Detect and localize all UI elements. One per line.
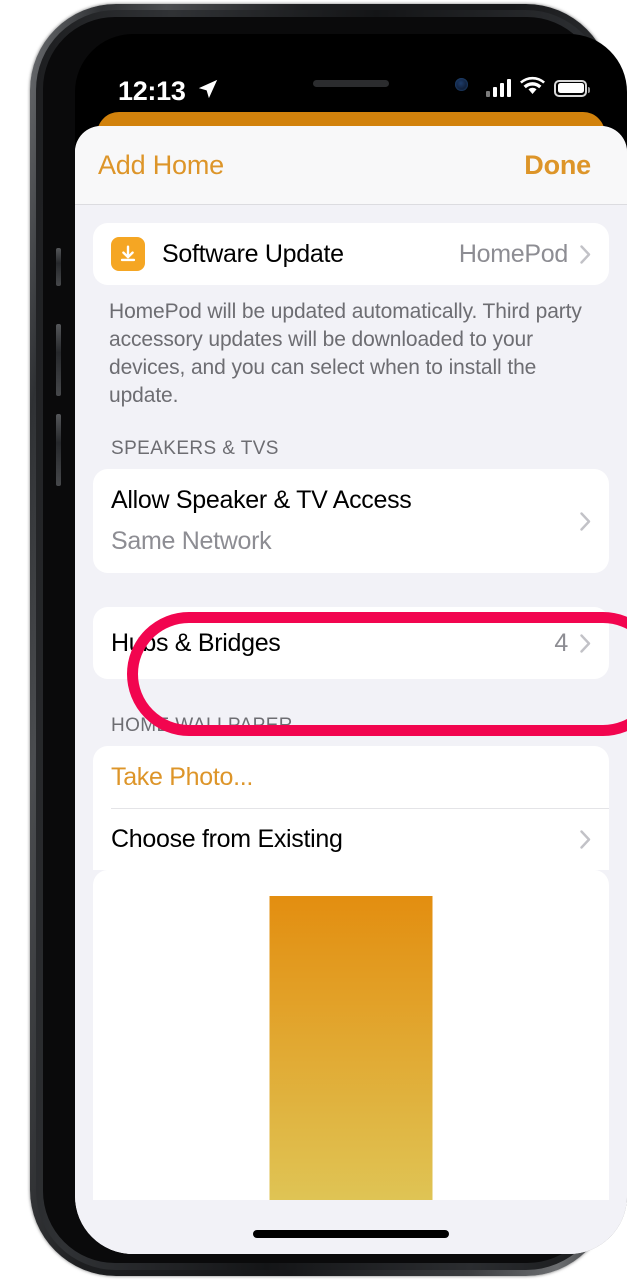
chevron-right-icon	[580, 244, 591, 264]
cellular-signal-icon	[485, 79, 511, 97]
page-title[interactable]: Add Home	[98, 150, 224, 181]
row-label-software-update: Software Update	[162, 239, 344, 268]
settings-scroll-content[interactable]: Software Update HomePod HomePod will be …	[75, 205, 627, 1254]
software-update-card: Software Update HomePod	[93, 223, 609, 285]
row-software-update[interactable]: Software Update HomePod	[93, 223, 609, 285]
section-header-speakers-and-tvs: SPEAKERS & TVS	[111, 438, 279, 459]
volume-down-button[interactable]	[56, 414, 61, 486]
row-label-allow-speaker-tv-access: Allow Speaker & TV Access	[111, 486, 412, 514]
home-wallpaper-card: Take Photo... Choose from Existing	[93, 746, 609, 870]
phone-device-frame: 12:13 Add Home Done Software Update Home…	[30, 4, 627, 1276]
status-bar: 12:13	[75, 34, 627, 122]
row-value-software-update: HomePod	[458, 239, 568, 268]
row-label-choose-from-existing: Choose from Existing	[111, 824, 343, 853]
status-bar-time: 12:13	[118, 76, 186, 106]
mute-switch-button[interactable]	[56, 248, 61, 286]
row-text-stack: Allow Speaker & TV Access Same Network	[111, 486, 580, 556]
chevron-right-icon	[580, 633, 591, 653]
location-arrow-icon	[197, 78, 219, 100]
row-label-take-photo: Take Photo...	[111, 762, 254, 791]
chevron-right-icon	[580, 511, 591, 531]
row-take-photo[interactable]: Take Photo...	[93, 746, 609, 808]
orange-gradient-wallpaper[interactable]	[269, 896, 433, 1200]
row-allow-speaker-tv-access[interactable]: Allow Speaker & TV Access Same Network	[93, 469, 609, 573]
chevron-right-icon	[580, 829, 591, 849]
volume-up-button[interactable]	[56, 324, 61, 396]
row-hubs-and-bridges[interactable]: Hubs & Bridges 4	[93, 607, 609, 679]
battery-fill	[557, 83, 584, 93]
speakers-and-tvs-card: Allow Speaker & TV Access Same Network	[93, 469, 609, 573]
wifi-icon	[520, 76, 545, 100]
battery-full-icon	[554, 79, 590, 97]
phone-screen: 12:13 Add Home Done Software Update Home…	[75, 34, 627, 1254]
row-value-hubs-and-bridges: 4	[554, 628, 568, 657]
software-update-footer: HomePod will be updated automatically. T…	[109, 300, 582, 407]
wallpaper-preview-card[interactable]	[93, 870, 609, 1200]
hubs-and-bridges-card: Hubs & Bridges 4	[93, 607, 609, 679]
row-subtitle-allow-speaker-tv-access: Same Network	[111, 527, 272, 555]
status-bar-indicators	[485, 76, 590, 100]
done-button[interactable]: Done	[524, 150, 591, 181]
add-home-sheet: Add Home Done Software Update HomePod Ho…	[75, 126, 627, 1254]
section-header-home-wallpaper: HOME WALLPAPER	[111, 715, 293, 736]
home-indicator[interactable]	[253, 1230, 449, 1238]
row-choose-from-existing[interactable]: Choose from Existing	[93, 808, 609, 870]
software-update-download-icon	[111, 237, 145, 271]
navigation-bar: Add Home Done	[75, 126, 627, 205]
row-label-hubs-and-bridges: Hubs & Bridges	[111, 628, 281, 657]
